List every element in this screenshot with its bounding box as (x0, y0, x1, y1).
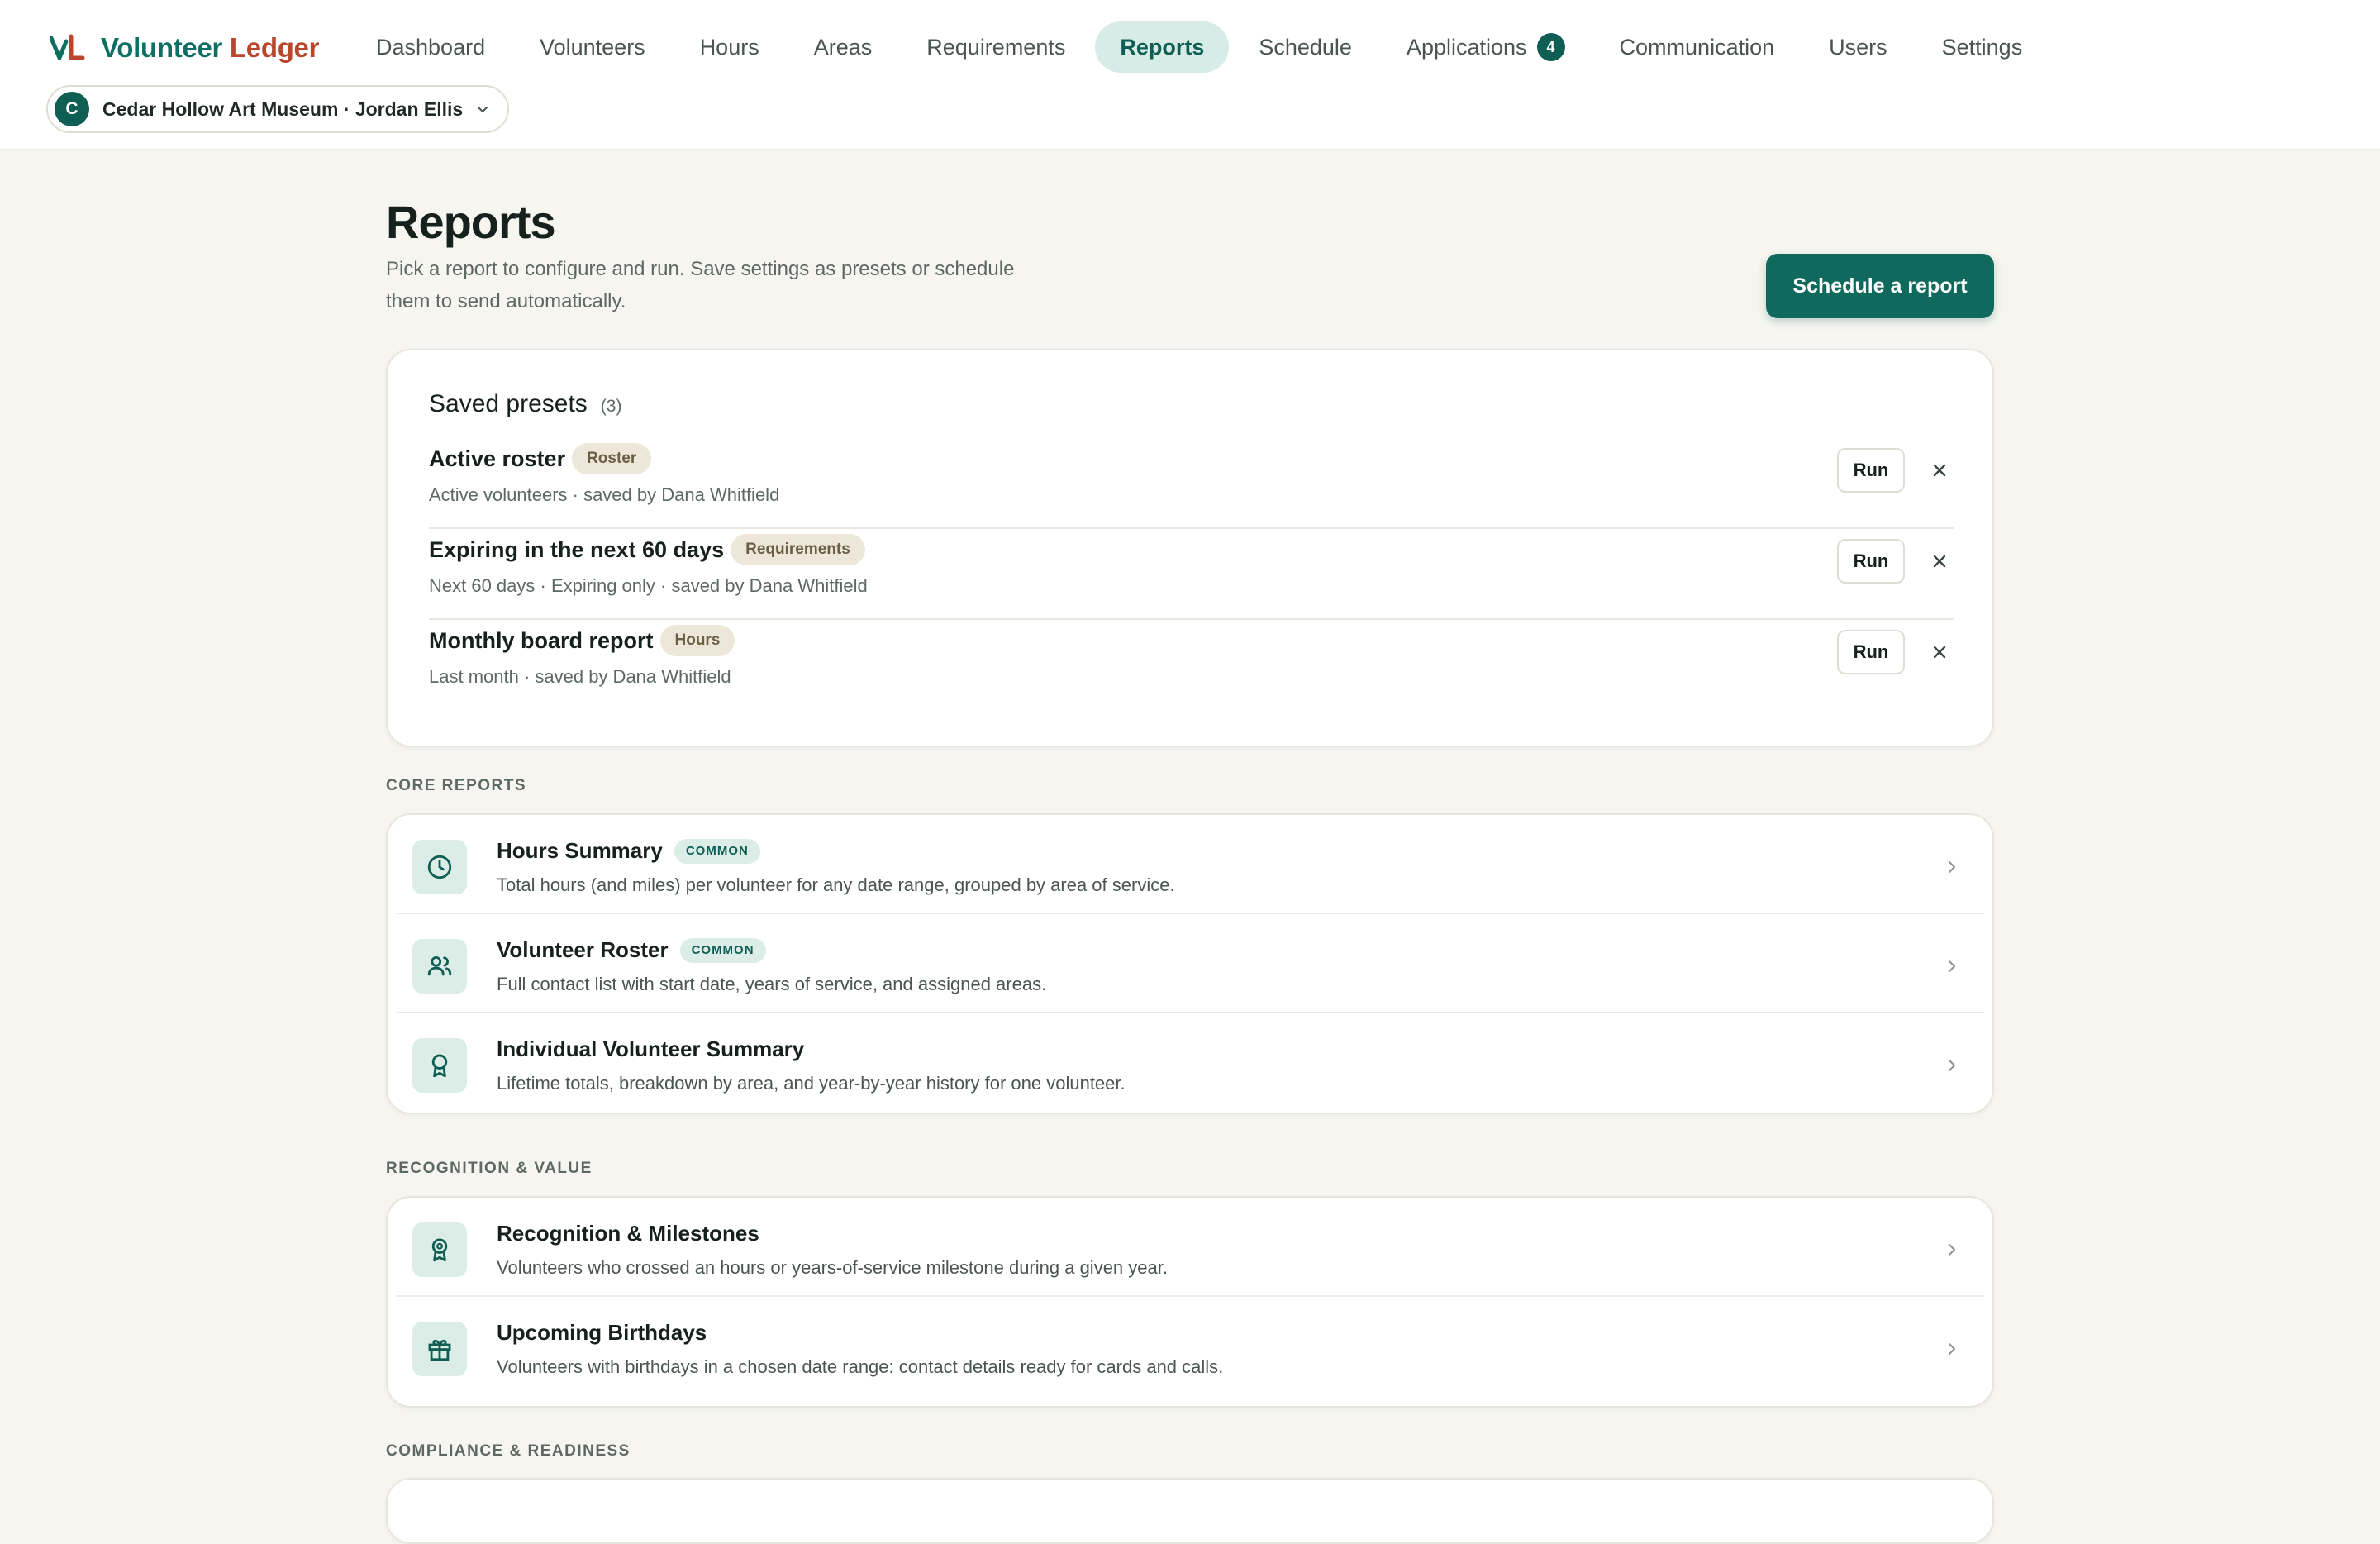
nav-applications-label: Applications (1406, 34, 1527, 60)
report-title: Volunteer Roster (497, 937, 669, 962)
brand-logo[interactable]: Volunteer Ledger (50, 30, 319, 66)
recognition-reports-card: Recognition & Milestones Volunteers who … (386, 1196, 1994, 1408)
preset-tag: Hours (659, 625, 735, 656)
report-title: Recognition & Milestones (497, 1221, 759, 1246)
section-label-compliance: COMPLIANCE & READINESS (386, 1442, 631, 1460)
report-title-group: Individual Volunteer Summary (497, 1036, 804, 1062)
report-description: Volunteers who crossed an hours or years… (497, 1257, 1168, 1278)
nav-reports[interactable]: Reports (1095, 21, 1230, 73)
run-preset-button[interactable]: Run (1837, 630, 1905, 674)
report-title-group: Volunteer Roster COMMON (497, 937, 766, 963)
run-preset-button[interactable]: Run (1837, 539, 1905, 584)
common-badge: COMMON (674, 838, 760, 864)
preset-row: Active roster Roster Active volunteers ·… (429, 433, 1954, 524)
saved-presets-count: (3) (600, 397, 622, 416)
org-switcher[interactable]: C Cedar Hollow Art Museum · Jordan Ellis (46, 85, 510, 133)
chevron-right-icon (1949, 1343, 1955, 1355)
report-description: Volunteers with birthdays in a chosen da… (497, 1356, 1224, 1377)
section-label-recognition: RECOGNITION & VALUE (386, 1160, 593, 1177)
saved-presets-header: Saved presets (3) (429, 390, 621, 418)
org-avatar: C (55, 92, 89, 126)
nav-applications[interactable]: Applications 4 (1382, 21, 1590, 73)
org-switcher-label: Cedar Hollow Art Museum · Jordan Ellis (102, 98, 464, 120)
report-upcoming-birthdays[interactable]: Upcoming Birthdays Volunteers with birth… (397, 1297, 1984, 1396)
report-hours-summary[interactable]: Hours Summary COMMON Total hours (and mi… (397, 815, 1984, 914)
preset-tag: Requirements (731, 534, 865, 565)
nav-users[interactable]: Users (1804, 21, 1912, 73)
nav-requirements[interactable]: Requirements (902, 21, 1090, 73)
preset-name: Active roster (429, 446, 566, 471)
section-label-core-reports: CORE REPORTS (386, 777, 527, 794)
nav-hours[interactable]: Hours (675, 21, 784, 73)
brand-name-part1: Volunteer (101, 32, 223, 63)
run-preset-button[interactable]: Run (1837, 448, 1905, 493)
saved-presets-title: Saved presets (429, 390, 588, 417)
applications-count-badge: 4 (1536, 33, 1565, 61)
preset-row: Expiring in the next 60 days Requirement… (429, 524, 1954, 615)
report-title: Hours Summary (497, 838, 663, 863)
nav-areas[interactable]: Areas (789, 21, 897, 73)
close-icon[interactable] (1930, 551, 1949, 571)
preset-tag: Roster (572, 443, 652, 474)
top-bar: Volunteer Ledger Dashboard Volunteers Ho… (0, 0, 2380, 150)
report-individual-volunteer-summary[interactable]: Individual Volunteer Summary Lifetime to… (397, 1013, 1984, 1113)
nav-communication[interactable]: Communication (1595, 21, 1800, 73)
award-icon (412, 1038, 467, 1093)
chevron-right-icon (1949, 1244, 1955, 1256)
medal-icon (412, 1222, 467, 1277)
chevron-right-icon (1949, 861, 1955, 873)
report-description: Lifetime totals, breakdown by area, and … (497, 1073, 1126, 1094)
report-title: Upcoming Birthdays (497, 1320, 707, 1345)
nav-settings[interactable]: Settings (1917, 21, 2048, 73)
nav-volunteers[interactable]: Volunteers (515, 21, 670, 73)
report-title: Individual Volunteer Summary (497, 1036, 805, 1061)
page-subtitle: Pick a report to configure and run. Save… (386, 258, 1015, 312)
core-reports-card: Hours Summary COMMON Total hours (and mi… (386, 813, 1994, 1114)
compliance-reports-card (386, 1478, 1994, 1544)
preset-meta: Last month · saved by Dana Whitfield (429, 666, 731, 687)
report-description: Full contact list with start date, years… (497, 974, 1047, 994)
schedule-report-button[interactable]: Schedule a report (1766, 254, 1994, 318)
report-description: Total hours (and miles) per volunteer fo… (497, 874, 1175, 895)
chevron-right-icon (1949, 960, 1955, 972)
users-icon (412, 939, 467, 994)
preset-meta: Next 60 days · Expiring only · saved by … (429, 575, 868, 596)
preset-name-group: Expiring in the next 60 days Requirement… (429, 534, 865, 565)
nav-dashboard[interactable]: Dashboard (351, 21, 510, 73)
close-icon[interactable] (1930, 460, 1949, 480)
common-badge: COMMON (679, 937, 766, 963)
report-title-group: Recognition & Milestones (497, 1221, 759, 1246)
preset-name: Expiring in the next 60 days (429, 536, 725, 562)
report-recognition-milestones[interactable]: Recognition & Milestones Volunteers who … (397, 1198, 1984, 1297)
report-volunteer-roster[interactable]: Volunteer Roster COMMON Full contact lis… (397, 914, 1984, 1013)
report-title-group: Hours Summary COMMON (497, 838, 760, 864)
page-title: Reports (386, 196, 556, 248)
preset-name: Monthly board report (429, 627, 654, 653)
gift-icon (412, 1322, 467, 1376)
preset-meta: Active volunteers · saved by Dana Whitfi… (429, 484, 780, 505)
report-title-group: Upcoming Birthdays (497, 1320, 707, 1346)
volunteer-ledger-logo-icon (50, 34, 85, 60)
chevron-right-icon (1949, 1060, 1955, 1071)
saved-presets-card: Saved presets (3) Active roster Roster A… (386, 349, 1994, 747)
brand-name-part2: Ledger (229, 32, 320, 63)
chevron-down-icon (478, 107, 488, 112)
preset-name-group: Monthly board report Hours (429, 625, 735, 656)
nav-schedule[interactable]: Schedule (1234, 21, 1377, 73)
brand-name: Volunteer Ledger (101, 32, 319, 64)
clock-icon (412, 840, 467, 894)
close-icon[interactable] (1930, 642, 1949, 662)
preset-name-group: Active roster Roster (429, 443, 652, 474)
main-nav: Dashboard Volunteers Hours Areas Require… (351, 21, 2047, 73)
preset-row: Monthly board report Hours Last month · … (429, 615, 1954, 706)
